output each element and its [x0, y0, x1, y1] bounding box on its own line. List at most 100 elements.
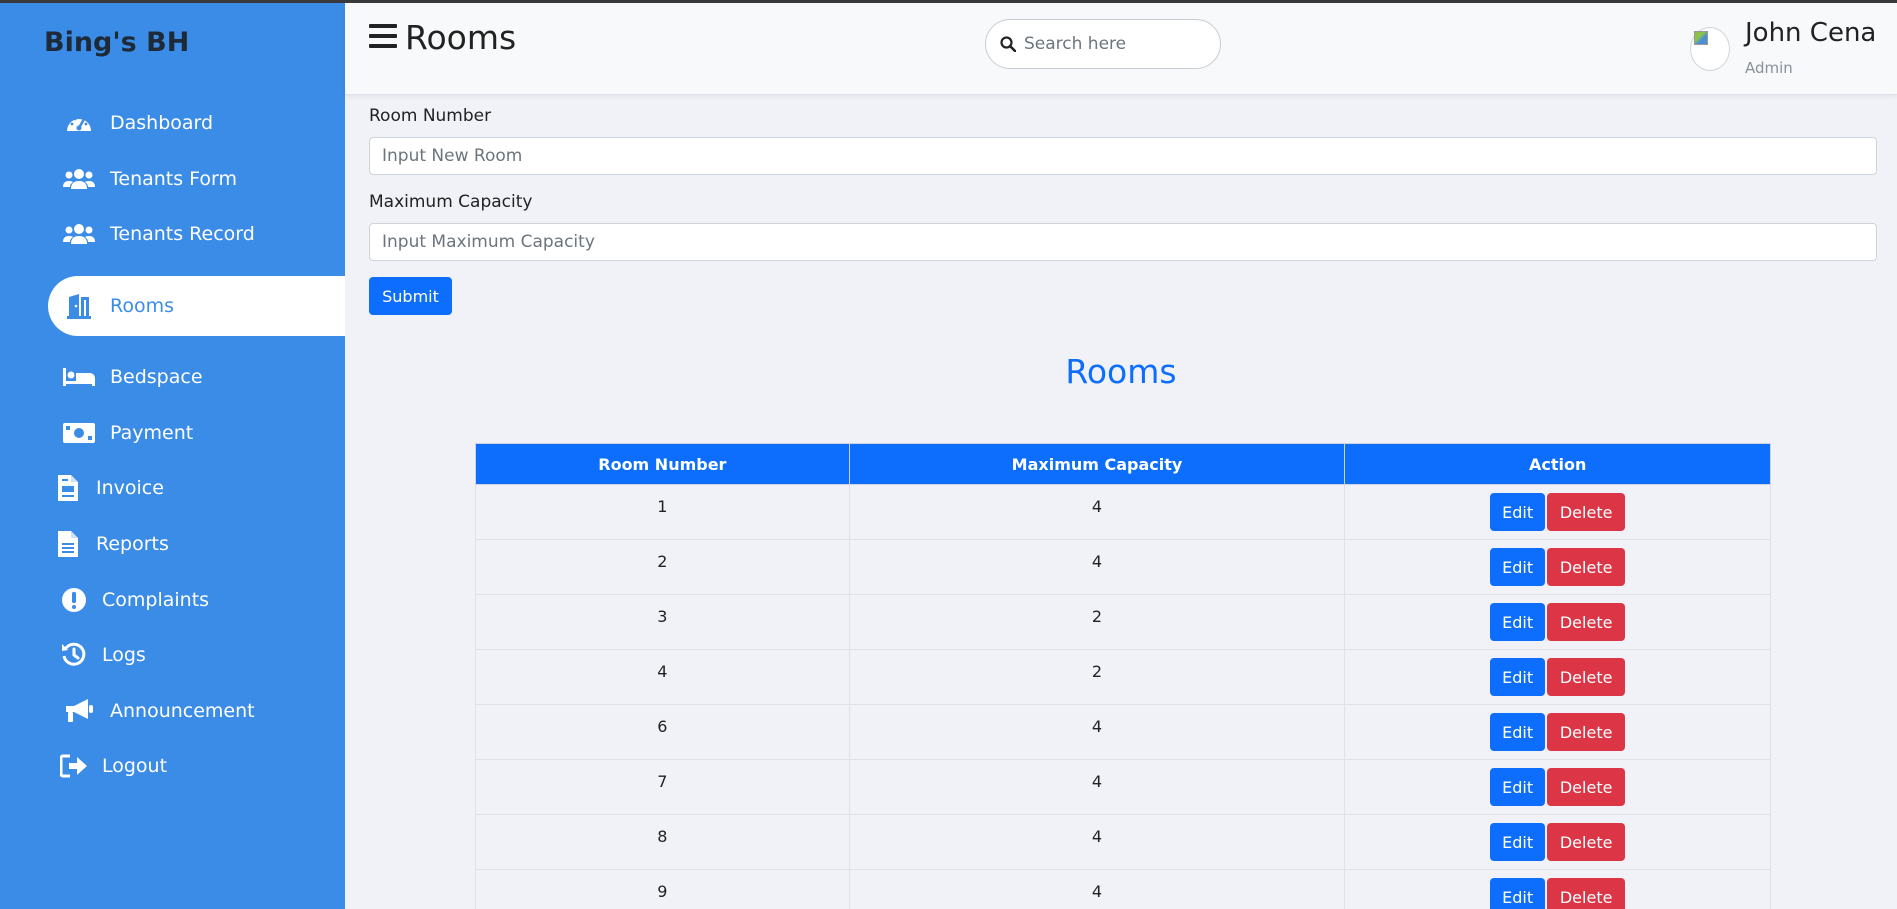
avatar[interactable]	[1690, 27, 1730, 71]
bed-icon	[62, 362, 96, 392]
sidebar-item-rooms[interactable]: Rooms	[48, 276, 345, 336]
sidebar-item-tenants-record[interactable]: Tenants Record	[48, 204, 345, 264]
sidebar-item-invoice[interactable]: Invoice	[48, 458, 345, 518]
file-alt-icon	[54, 529, 82, 559]
capacity-cell: 4	[848, 704, 1346, 760]
delete-button[interactable]: Delete	[1547, 548, 1626, 586]
capacity-cell: 4	[848, 869, 1346, 909]
window-top-border	[0, 0, 1897, 3]
sidebar-item-logs[interactable]: Logs	[48, 625, 345, 685]
brand-title: Bing's BH	[44, 27, 190, 58]
edit-button[interactable]: Edit	[1490, 548, 1546, 586]
exclamation-circle-icon	[60, 585, 88, 615]
users-icon	[62, 164, 96, 194]
user-role: Admin	[1745, 59, 1793, 77]
table-row: 2 4 Edit Delete	[475, 539, 1771, 595]
room-number-cell: 9	[475, 869, 850, 909]
room-number-cell: 2	[475, 539, 850, 595]
table-row: 8 4 Edit Delete	[475, 814, 1771, 870]
sidebar-item-label: Dashboard	[110, 112, 214, 134]
table-row: 9 4 Edit Delete	[475, 869, 1771, 909]
delete-button[interactable]: Delete	[1547, 878, 1626, 909]
delete-button[interactable]: Delete	[1547, 493, 1626, 531]
users-icon	[62, 219, 96, 249]
action-cell: Edit Delete	[1344, 484, 1771, 540]
action-cell: Edit Delete	[1344, 869, 1771, 909]
page-title: Rooms	[405, 18, 517, 57]
action-cell: Edit Delete	[1344, 539, 1771, 595]
action-cell: Edit Delete	[1344, 649, 1771, 705]
money-bill-icon	[62, 418, 96, 448]
maximum-capacity-input[interactable]	[369, 223, 1877, 261]
table-row: 1 4 Edit Delete	[475, 484, 1771, 540]
edit-button[interactable]: Edit	[1490, 878, 1546, 909]
edit-button[interactable]: Edit	[1490, 658, 1546, 696]
sidebar-item-tenants-form[interactable]: Tenants Form	[48, 149, 345, 209]
edit-button[interactable]: Edit	[1490, 768, 1546, 806]
sidebar-item-label: Rooms	[110, 295, 175, 317]
room-number-cell: 8	[475, 814, 850, 870]
column-header-maximum-capacity: Maximum Capacity	[848, 443, 1346, 485]
sidebar-item-label: Tenants Form	[110, 168, 238, 190]
sidebar-item-label: Complaints	[102, 589, 210, 611]
file-invoice-icon	[54, 473, 82, 503]
capacity-cell: 4	[848, 759, 1346, 815]
delete-button[interactable]: Delete	[1547, 713, 1626, 751]
broken-image-icon	[1694, 31, 1708, 45]
search-icon	[1000, 36, 1016, 52]
submit-button[interactable]: Submit	[369, 277, 452, 315]
sidebar-item-bedspace[interactable]: Bedspace	[48, 347, 345, 407]
action-cell: Edit Delete	[1344, 759, 1771, 815]
delete-button[interactable]: Delete	[1547, 658, 1626, 696]
user-name: John Cena	[1745, 18, 1877, 48]
sidebar-item-announcement[interactable]: Announcement	[48, 681, 345, 741]
table-row: 7 4 Edit Delete	[475, 759, 1771, 815]
column-header-room-number: Room Number	[475, 443, 850, 485]
table-header-row: Room Number Maximum Capacity Action	[475, 443, 1771, 485]
delete-button[interactable]: Delete	[1547, 768, 1626, 806]
sidebar-item-label: Invoice	[96, 477, 164, 499]
edit-button[interactable]: Edit	[1490, 603, 1546, 641]
sidebar-item-label: Logs	[102, 644, 146, 666]
edit-button[interactable]: Edit	[1490, 493, 1546, 531]
capacity-cell: 4	[848, 539, 1346, 595]
sidebar-item-label: Payment	[110, 422, 194, 444]
sidebar-item-complaints[interactable]: Complaints	[48, 570, 345, 630]
room-number-cell: 7	[475, 759, 850, 815]
action-cell: Edit Delete	[1344, 814, 1771, 870]
delete-button[interactable]: Delete	[1547, 823, 1626, 861]
table-row: 3 2 Edit Delete	[475, 594, 1771, 650]
history-icon	[60, 640, 88, 670]
room-number-label: Room Number	[369, 106, 492, 126]
menu-toggle-icon[interactable]	[369, 24, 397, 50]
edit-button[interactable]: Edit	[1490, 823, 1546, 861]
search-input[interactable]	[1024, 34, 1204, 54]
room-number-input[interactable]	[369, 137, 1877, 175]
sidebar-item-reports[interactable]: Reports	[48, 514, 345, 574]
action-cell: Edit Delete	[1344, 704, 1771, 760]
sign-out-icon	[60, 751, 88, 781]
bullhorn-icon	[62, 696, 96, 726]
sidebar-item-payment[interactable]: Payment	[48, 403, 345, 463]
action-cell: Edit Delete	[1344, 594, 1771, 650]
door-open-icon	[62, 291, 96, 321]
header-bar: Rooms John Cena Admin	[345, 3, 1897, 95]
capacity-cell: 4	[848, 484, 1346, 540]
rooms-heading: Rooms	[1065, 352, 1177, 391]
maximum-capacity-label: Maximum Capacity	[369, 192, 533, 212]
room-number-cell: 1	[475, 484, 850, 540]
sidebar-item-label: Logout	[102, 755, 168, 777]
sidebar-item-label: Reports	[96, 533, 169, 555]
sidebar: Bing's BH Dashboard Tenants Form Tenants…	[0, 0, 345, 909]
column-header-action: Action	[1344, 443, 1771, 485]
room-number-cell: 4	[475, 649, 850, 705]
search-box	[985, 19, 1221, 69]
table-row: 6 4 Edit Delete	[475, 704, 1771, 760]
capacity-cell: 2	[848, 649, 1346, 705]
edit-button[interactable]: Edit	[1490, 713, 1546, 751]
sidebar-item-dashboard[interactable]: Dashboard	[48, 93, 345, 153]
sidebar-item-logout[interactable]: Logout	[48, 736, 345, 796]
capacity-cell: 2	[848, 594, 1346, 650]
delete-button[interactable]: Delete	[1547, 603, 1626, 641]
sidebar-item-label: Announcement	[110, 700, 255, 722]
